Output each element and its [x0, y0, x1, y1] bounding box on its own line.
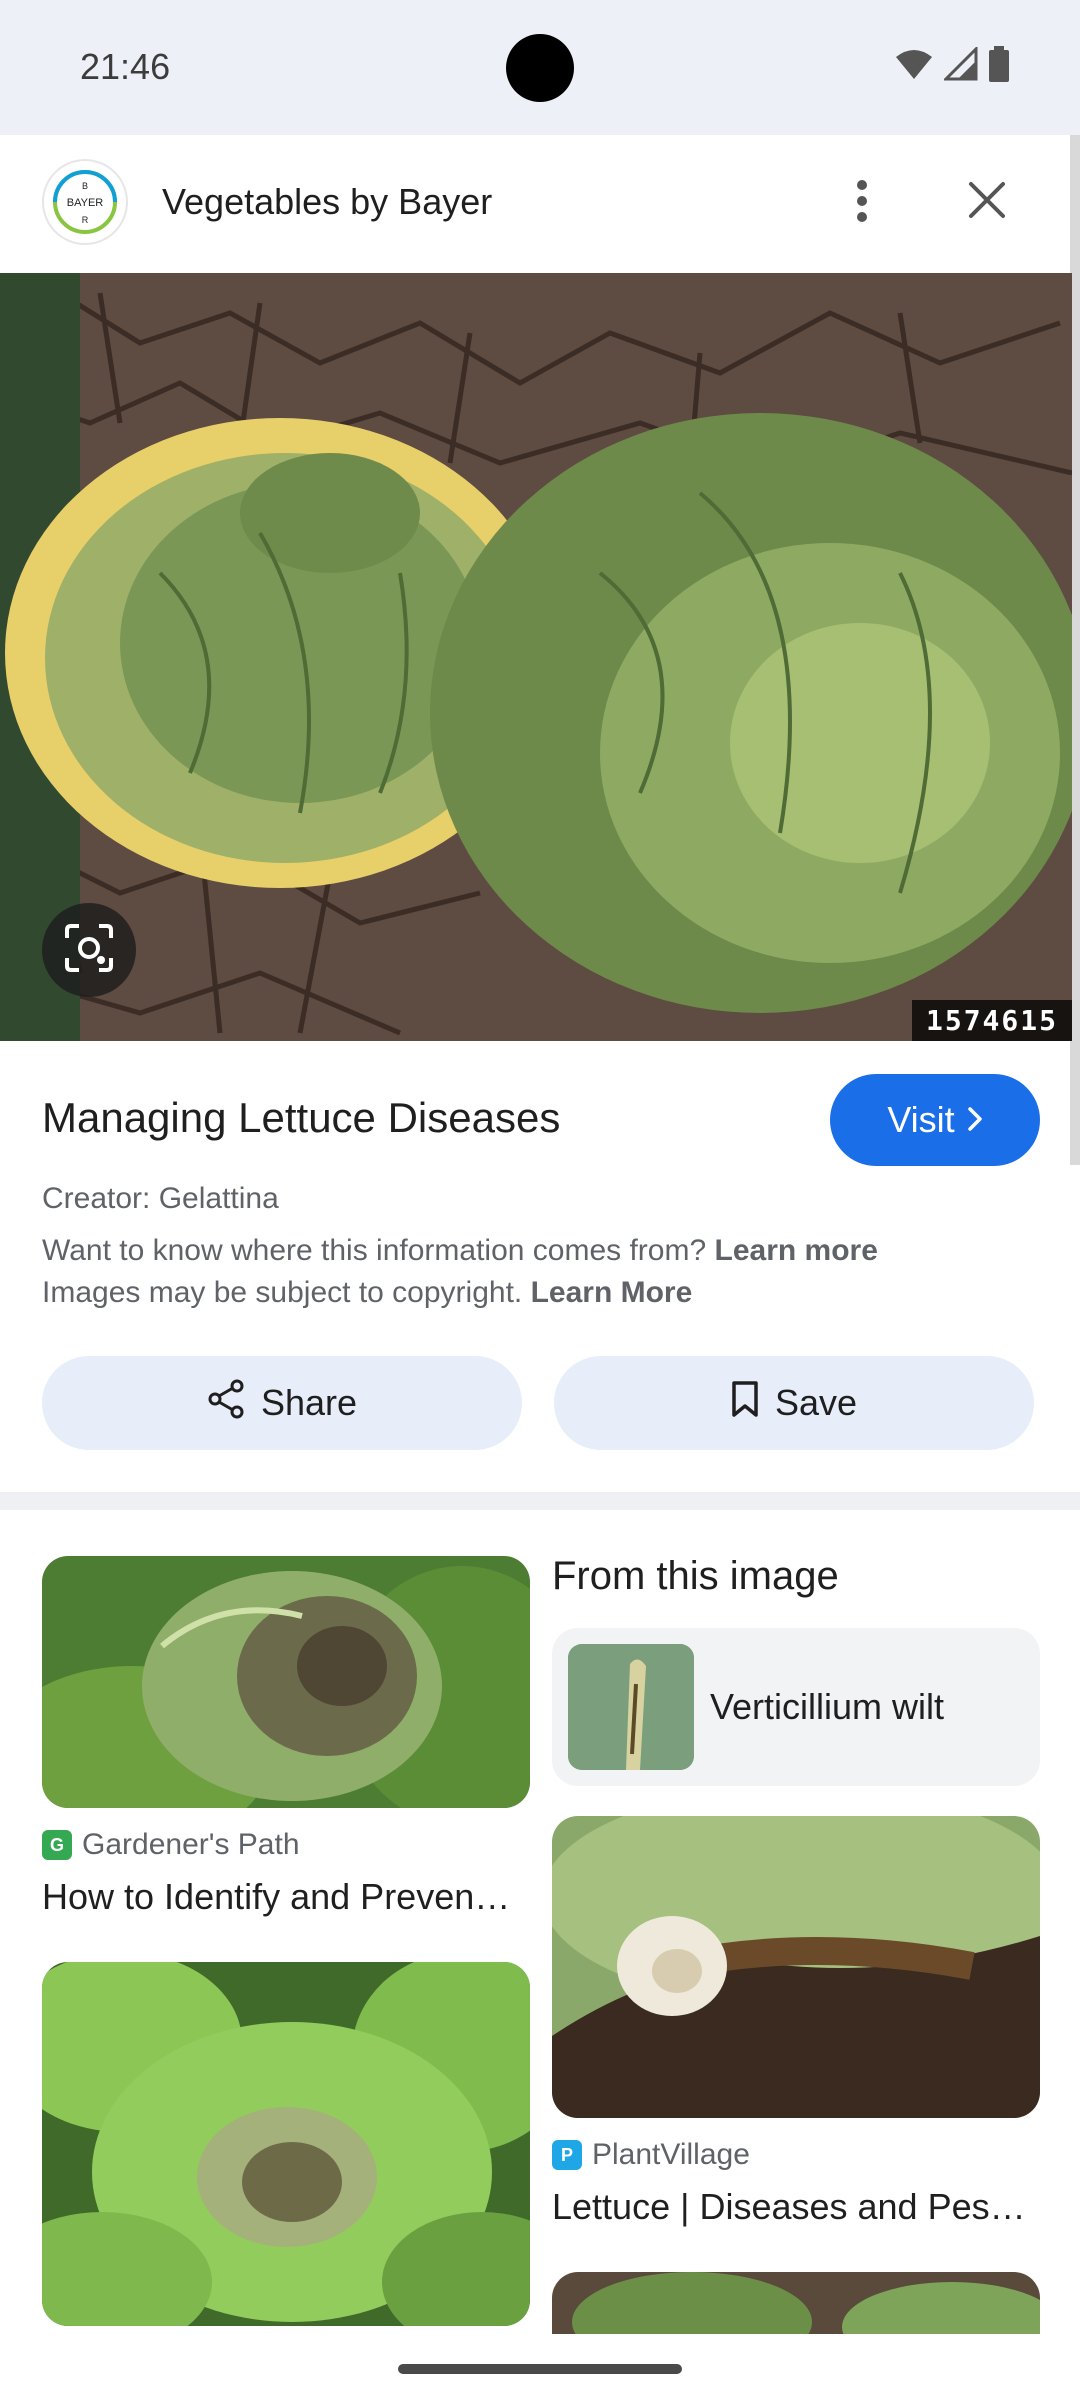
related-title-1[interactable]: How to Identify and Preven…: [42, 1876, 530, 1918]
source-info-text: Want to know where this information come…: [42, 1234, 707, 1267]
logo-text: BAYER: [67, 197, 104, 209]
page-title: Managing Lettuce Diseases: [42, 1094, 561, 1141]
status-bar: 21:46: [0, 0, 1080, 135]
lettuce-thumbnail-1: [42, 1556, 530, 1808]
chevron-right-icon: [967, 1099, 983, 1141]
more-options-button[interactable]: [840, 175, 884, 231]
close-icon: [968, 181, 1006, 224]
visit-label: Visit: [887, 1099, 955, 1140]
source-header: BAYER B R Vegetables by Bayer: [0, 135, 1080, 273]
copyright-line: Images may be subject to copyright. Lear…: [42, 1276, 692, 1310]
lens-icon: [63, 922, 115, 979]
battery-icon: [988, 46, 1010, 87]
hero-image[interactable]: 1574615: [0, 273, 1072, 1041]
related-source-name-1: Gardener's Path: [82, 1828, 300, 1861]
header-title: Vegetables by Bayer: [162, 181, 493, 222]
status-icons: [894, 45, 1010, 87]
chip-label: Verticillium wilt: [710, 1686, 945, 1727]
svg-text:R: R: [82, 215, 89, 225]
share-icon: [207, 1379, 245, 1428]
plantvillage-favicon: P: [552, 2140, 582, 2170]
close-button[interactable]: [956, 171, 1018, 233]
save-button[interactable]: Save: [554, 1356, 1034, 1450]
image-watermark-id: 1574615: [911, 1000, 1072, 1041]
verticillium-wilt-chip[interactable]: Verticillium wilt: [552, 1628, 1040, 1786]
bayer-logo: BAYER B R: [42, 159, 128, 245]
copyright-learn-more-link[interactable]: Learn More: [531, 1276, 693, 1309]
related-image-3[interactable]: [552, 1816, 1040, 2118]
lens-search-button[interactable]: [42, 903, 136, 997]
section-divider: [0, 1492, 1080, 1510]
lettuce-thumbnail-4: [552, 2272, 1040, 2334]
svg-text:B: B: [82, 181, 88, 191]
share-button[interactable]: Share: [42, 1356, 522, 1450]
camera-cutout: [506, 34, 574, 102]
lettuce-photo: [0, 273, 1072, 1041]
related-title-3[interactable]: Lettuce | Diseases and Pes…: [552, 2186, 1040, 2228]
share-label: Share: [260, 1382, 358, 1423]
related-image-2[interactable]: [42, 1962, 530, 2326]
signal-icon: [942, 45, 978, 86]
save-label: Save: [774, 1382, 858, 1423]
bookmark-icon: [731, 1380, 759, 1427]
related-source-1[interactable]: G Gardener's Path: [42, 1828, 300, 1862]
home-indicator[interactable]: [398, 2364, 682, 2374]
learn-more-link[interactable]: Learn more: [715, 1234, 878, 1267]
lettuce-thumbnail-2: [42, 1962, 530, 2326]
gardeners-path-favicon: G: [42, 1830, 72, 1860]
visit-button[interactable]: Visit: [830, 1074, 1040, 1166]
related-image-1[interactable]: [42, 1556, 530, 1808]
wifi-icon: [894, 47, 934, 86]
status-time: 21:46: [80, 46, 171, 87]
related-source-3[interactable]: P PlantVillage: [552, 2138, 750, 2172]
source-info-line: Want to know where this information come…: [42, 1234, 878, 1268]
more-vert-icon: [856, 179, 868, 228]
creator-text: Creator: Gelattina: [42, 1182, 279, 1215]
related-image-4[interactable]: [552, 2272, 1040, 2334]
related-source-name-3: PlantVillage: [592, 2138, 750, 2171]
lettuce-thumbnail-3: [552, 1816, 1040, 2118]
copyright-text: Images may be subject to copyright.: [42, 1276, 523, 1309]
from-this-image-heading: From this image: [552, 1554, 839, 1598]
chip-thumbnail: [568, 1644, 694, 1770]
